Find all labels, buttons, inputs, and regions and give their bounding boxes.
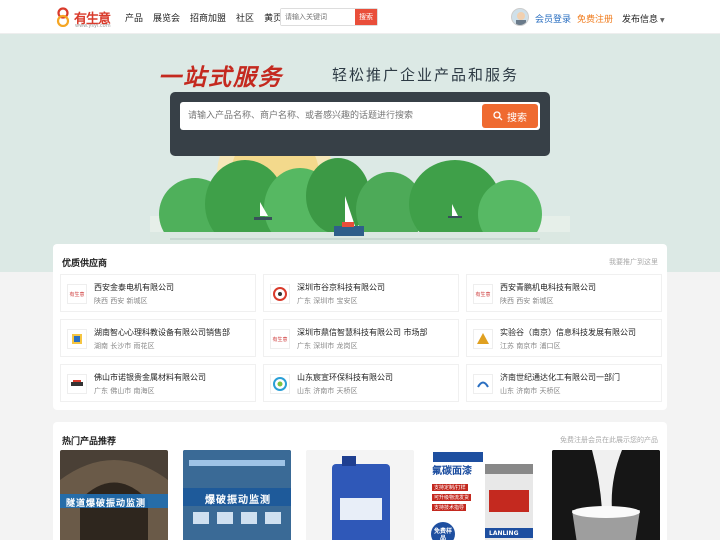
product-card-tunnel[interactable]: 隧道爆破振动监测 [60,450,168,540]
nav-community[interactable]: 社区 [236,11,254,24]
supplier-card[interactable]: 佛山市诺银贵金属材料有限公司 广东 佛山市 南海区 [60,364,256,402]
header-search-input[interactable] [281,9,355,25]
supplier-name: 佛山市诺银贵金属材料有限公司 [94,373,206,382]
tunnel-image [60,460,168,540]
product-card-paint[interactable]: 氟碳面漆 支持定制/打样 可升级物流发货 支持技术指导 免费样品 LANLING [429,450,537,540]
logo-subtext: www.ysyi.com [75,23,111,29]
supplier-name: 湖南智心心理科教设备有限公司销售部 [94,328,230,337]
banner-search-field: 搜索 [180,102,540,130]
supplier-name: 西安青鹏机电科技有限公司 [500,283,596,292]
banner-slogan-sub: 轻松推广企业产品和服务 [332,66,520,84]
login-link[interactable]: 会员登录 [535,12,571,25]
supplier-logo [473,374,493,394]
nav-franchise[interactable]: 招商加盟 [190,11,226,24]
product-caption: 隧道爆破振动监测 [66,499,147,509]
product-caption: 氟碳面漆 [432,466,472,477]
supplier-location: 山东 济南市 天桥区 [500,387,561,395]
banner-slogan-main: 一站式服务 [158,64,283,91]
supplier-name: 实验谷（南京）信息科技发展有限公司 [500,328,636,337]
paint-badge: 免费样品 [433,528,452,540]
supplier-card[interactable]: 实验谷（南京）信息科技发展有限公司 江苏 南京市 浦口区 [466,319,662,357]
supplier-card[interactable]: 有生意 西安青鹏机电科技有限公司 陕西 西安 新城区 [466,274,662,312]
hero-banner: 一站式服务 轻松推广企业产品和服务 搜索 [0,34,720,272]
banner-search-label: 搜索 [507,112,527,124]
supplier-logo: 有生意 [473,284,493,304]
banner-search-button[interactable]: 搜索 [482,104,538,128]
company-logo-icon [273,377,287,391]
product-caption: 爆破振动监测 [205,495,271,506]
supplier-card[interactable]: 有生意 西安金泰电机有限公司 陕西 西安 新城区 [60,274,256,312]
supplier-logo: 有生意 [67,284,87,304]
chevron-down-icon: ▼ [660,17,665,24]
avatar[interactable] [511,8,529,26]
supplier-name: 济南世纪通达化工有限公司一部门 [500,373,620,382]
publish-menu[interactable]: 发布信息 ▼ [622,12,665,25]
supplier-location: 陕西 西安 新城区 [94,297,148,305]
supplier-card[interactable]: 深圳市谷京科技有限公司 广东 深圳市 宝安区 [263,274,459,312]
supplier-name: 山东宸宣环保科技有限公司 [297,373,393,382]
showcase-link[interactable]: 免费注册会员在此展示您的产品 [560,435,658,445]
supplier-name: 深圳市鼎信智慧科技有限公司 市场部 [297,328,428,337]
supplier-card[interactable]: 湖南智心心理科教设备有限公司销售部 湖南 长沙市 雨花区 [60,319,256,357]
logo-mark-icon [56,7,70,27]
top-header: 有生意 www.ysyi.com 产品 展览会 招商加盟 社区 黄页 搜索 会员… [0,0,720,34]
company-logo-icon [273,287,287,301]
avatar-icon [512,9,528,25]
supplier-card[interactable]: 济南世纪通达化工有限公司一部门 山东 济南市 天桥区 [466,364,662,402]
nav-exhibitions[interactable]: 展览会 [153,11,180,24]
promote-link[interactable]: 我要推广到这里 [609,257,658,267]
banner-search-box: 搜索 [170,92,550,156]
main-nav: 产品 展览会 招商加盟 社区 黄页 [125,0,292,34]
nav-products[interactable]: 产品 [125,11,143,24]
supplier-location: 江苏 南京市 浦口区 [500,342,561,350]
product-card-silicone[interactable] [552,450,660,540]
supplier-location: 广东 深圳市 宝安区 [297,297,358,305]
chemical-drum-image [332,456,390,540]
publish-label: 发布信息 [622,15,659,25]
company-logo-icon [71,380,83,386]
supplier-card[interactable]: 有生意 深圳市鼎信智慧科技有限公司 市场部 广东 深圳市 龙岗区 [263,319,459,357]
supplier-card[interactable]: 山东宸宣环保科技有限公司 山东 济南市 天桥区 [263,364,459,402]
silicone-pour-image [552,450,660,540]
product-card-drum[interactable] [306,450,414,540]
supplier-name: 深圳市谷京科技有限公司 [297,283,385,292]
supplier-logo [270,374,290,394]
supplier-name: 西安金泰电机有限公司 [94,283,174,292]
supplier-logo [270,284,290,304]
paint-tag: 支持定制/打样 [432,484,468,491]
supplier-logo: 有生意 [270,329,290,349]
company-logo-icon [72,334,82,344]
supplier-location: 陕西 西安 新城区 [500,297,554,305]
supplier-title: 优质供应商 [62,259,108,269]
supplier-logo [67,329,87,349]
supplier-logo [67,374,87,394]
site-logo[interactable]: 有生意 www.ysyi.com [54,7,116,29]
company-logo-icon [477,381,489,388]
product-title: 热门产品推荐 [62,437,117,447]
banner-search-input[interactable] [188,108,478,124]
product-panel: 热门产品推荐 免费注册会员在此展示您的产品 隧道爆破振动监测 爆破振动监测 氟碳… [53,422,667,540]
supplier-location: 广东 佛山市 南海区 [94,387,155,395]
company-logo-icon [477,333,489,344]
search-icon [493,111,503,121]
product-card-blast[interactable]: 爆破振动监测 [183,450,291,540]
register-link[interactable]: 免费注册 [577,12,613,25]
supplier-location: 山东 济南市 天桥区 [297,387,358,395]
supplier-panel: 优质供应商 我要推广到这里 有生意 西安金泰电机有限公司 陕西 西安 新城区 深… [53,244,667,410]
supplier-location: 广东 深圳市 龙岗区 [297,342,358,350]
paint-tag: 可升级物流发货 [432,494,472,501]
paint-tag: 支持技术指导 [432,504,467,511]
header-search: 搜索 [280,8,378,26]
supplier-logo [473,329,493,349]
paint-brand: LANLING [489,530,519,537]
supplier-location: 湖南 长沙市 雨花区 [94,342,155,350]
header-search-button[interactable]: 搜索 [355,9,377,25]
